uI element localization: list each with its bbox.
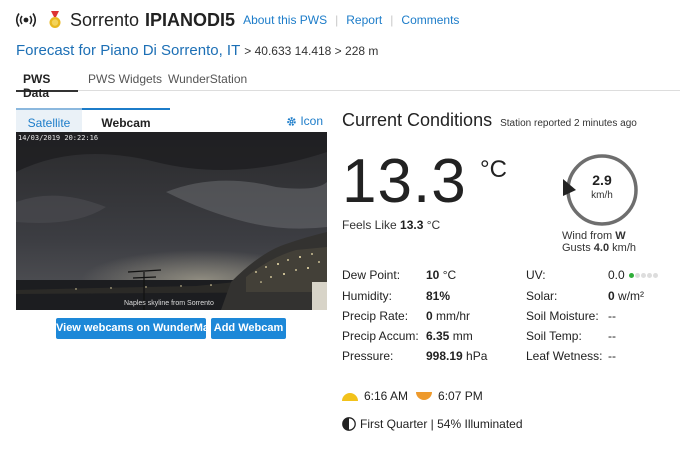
uv-label: UV: [526,268,546,282]
sunrise-icon [342,392,358,401]
about-pws-link[interactable]: About this PWS [243,13,327,27]
gusts-unit: km/h [612,242,636,254]
webcam-image[interactable]: 14/03/2019 20:22:16 Naples skyline from … [16,132,327,310]
report-link[interactable]: Report [346,13,382,27]
humidity-number: 81% [426,289,451,303]
station-id: IPIANODI5 [145,9,236,30]
precip-accum-label: Precip Accum: [342,329,419,343]
soil-moisture-value: -- [608,309,616,323]
solar-unit: w/m² [618,289,645,303]
humidity-label: Humidity: [342,289,393,303]
wind-compass: 2.9 km/h [560,148,644,232]
feels-like: Feels Like 13.3 °C [342,218,440,232]
precip-rate-value: 0 mm/hr [426,309,470,323]
uv-value: 0.0 [608,268,658,282]
webcam-scene [16,132,327,310]
wind-from-label: Wind from [562,230,613,242]
sun-times: 6:16 AM 6:07 PM [342,389,483,403]
sunrise-time: 6:16 AM [364,389,409,403]
precip-accum-value: 6.35 mm [426,329,473,343]
comments-link[interactable]: Comments [401,13,459,27]
conditions-header: Current Conditions Station reported 2 mi… [342,110,637,131]
tab-webcam[interactable]: Webcam [82,108,170,132]
wind-speed: 2.9 [592,172,612,188]
pressure-number: 998.19 [426,349,463,363]
wind-from: Wind from W [562,230,626,242]
gear-icon [287,116,297,126]
report-time: Station reported 2 minutes ago [500,118,637,129]
feels-like-label: Feels Like [342,218,397,232]
moon-phase-icon [342,417,356,431]
gusts-value: 4.0 [593,242,610,254]
moon-phase: First Quarter | 54% Illuminated [342,417,523,431]
forecast-link[interactable]: Forecast for Piano Di Sorrento, IT [16,42,240,59]
station-name: Sorrento [70,9,140,30]
precip-accum-unit: mm [452,329,473,343]
leaf-wetness-value: -- [608,349,616,363]
leaf-wetness-label: Leaf Wetness: [526,349,603,363]
pressure-value: 998.19 hPa [426,349,487,363]
wind-from-value: W [615,230,626,242]
soil-moisture-label: Soil Moisture: [526,309,599,323]
temperature-unit: °C [480,156,507,183]
dew-point-label: Dew Point: [342,268,401,282]
station-coordinates: > 40.633 14.418 > 228 m [244,44,379,58]
uv-index-meter [628,273,658,279]
sunset-icon [416,391,433,400]
tab-satellite[interactable]: Satellite [16,108,82,132]
forecast-line: Forecast for Piano Di Sorrento, IT > 40.… [16,42,378,59]
wind-gusts: Gusts 4.0 km/h [562,242,636,254]
dew-point-number: 10 [426,268,440,282]
wind-speed-unit: km/h [591,190,613,201]
precip-rate-number: 0 [426,309,433,323]
tab-wunderstation[interactable]: WunderStation [168,68,247,92]
solar-value: 0 w/m² [608,289,644,303]
solar-label: Solar: [526,289,558,303]
view-webcams-button[interactable]: View webcams on WunderMap [56,318,216,339]
humidity-value: 81% [426,289,450,303]
current-temperature: 13.3 [342,147,467,216]
conditions-title: Current Conditions [342,110,493,130]
dew-point-unit: °C [442,268,457,282]
station-header: Sorrento IPIANODI5 About this PWS | Repo… [14,8,459,32]
medal-icon [49,11,61,28]
tab-pws-widgets[interactable]: PWS Widgets [88,68,162,92]
webcam-timestamp: 14/03/2019 20:22:16 [18,134,99,142]
page-tabs: PWS Data PWS Widgets WunderStation [16,68,680,100]
webcam-caption: Naples skyline from Sorrento [124,300,214,307]
feels-like-unit: °C [426,218,441,232]
tab-pws-data[interactable]: PWS Data [16,68,78,100]
icon-view-label: Icon [300,114,323,128]
moon-phase-text: First Quarter | 54% Illuminated [360,417,523,431]
pressure-label: Pressure: [342,349,394,363]
camera-tabs: Satellite Webcam Icon [16,108,327,132]
broadcast-icon [15,13,37,27]
dew-point-value: 10 °C [426,268,456,282]
solar-number: 0 [608,289,615,303]
separator: | [335,13,339,27]
soil-temp-value: -- [608,329,616,343]
sunset-time: 6:07 PM [438,389,483,403]
pressure-unit: hPa [466,349,488,363]
gusts-label: Gusts [562,242,591,254]
uv-number: 0.0 [608,268,625,282]
soil-temp-label: Soil Temp: [526,329,582,343]
separator: | [390,13,394,27]
precip-rate-unit: mm/hr [436,309,471,323]
precip-accum-number: 6.35 [426,329,450,343]
feels-like-value: 13.3 [400,218,424,232]
precip-rate-label: Precip Rate: [342,309,409,323]
icon-view-link[interactable]: Icon [286,114,323,128]
add-webcam-button[interactable]: Add Webcam [211,318,286,339]
